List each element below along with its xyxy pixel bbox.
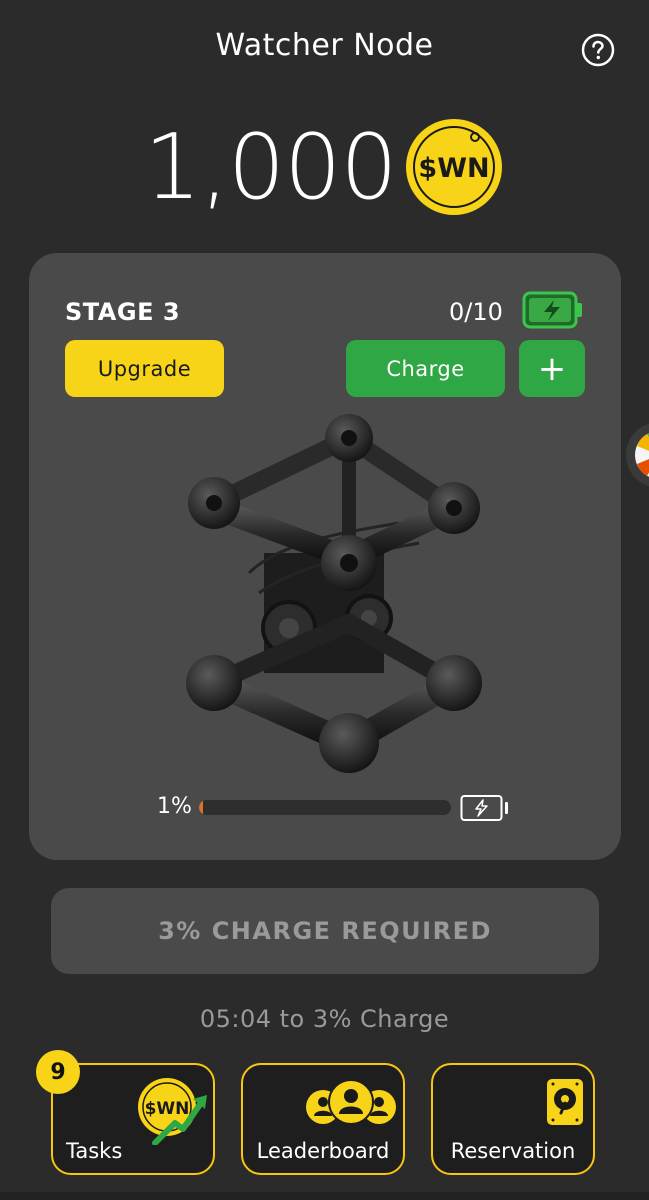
swn-coin-growth-icon: $WN <box>138 1078 207 1145</box>
node-cube-image <box>186 414 482 773</box>
hard-drive-icon <box>547 1079 583 1125</box>
page-title: Watcher Node <box>215 28 434 63</box>
stage-label: STAGE 3 <box>65 298 181 326</box>
countdown-text: 05:04 to 3% Charge <box>199 1005 450 1033</box>
help-button[interactable] <box>581 33 615 67</box>
balance-amount: 1,000 <box>144 115 398 220</box>
reservation-label: Reservation <box>450 1139 576 1163</box>
bottom-edge <box>0 1192 649 1200</box>
battery-empty-icon <box>460 795 508 821</box>
battery-charging-icon <box>522 291 582 329</box>
side-widget-icon[interactable] <box>625 420 649 490</box>
tasks-label: Tasks <box>66 1139 123 1163</box>
leaderboard-button[interactable]: Leaderboard <box>241 1063 405 1175</box>
tasks-badge: 9 <box>36 1050 80 1094</box>
charge-progress-fill <box>199 800 203 815</box>
users-group-icon <box>306 1079 396 1125</box>
node-card: STAGE 3 0/10 Upgrade Charge + 1% <box>29 253 621 860</box>
upgrade-button[interactable]: Upgrade <box>65 340 224 397</box>
charge-button[interactable]: Charge <box>346 340 505 397</box>
question-circle-icon <box>581 33 615 67</box>
tasks-coin-label: $WN <box>145 1099 190 1119</box>
add-charge-button[interactable]: + <box>519 340 585 397</box>
charge-required-button[interactable]: 3% CHARGE REQUIRED <box>51 888 599 974</box>
reservation-button[interactable]: Reservation <box>431 1063 595 1175</box>
charge-progress-bar <box>199 800 451 815</box>
charge-count: 0/10 <box>449 298 503 326</box>
balance-row: 1,000 $WN <box>0 118 649 228</box>
coin-label: $WN <box>418 153 489 184</box>
swn-coin-icon: $WN <box>406 119 502 215</box>
leaderboard-label: Leaderboard <box>256 1139 390 1163</box>
progress-percent: 1% <box>157 794 192 819</box>
